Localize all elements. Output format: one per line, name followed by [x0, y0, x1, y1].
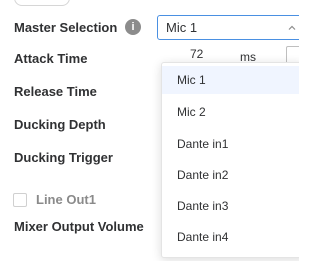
dropdown-option-dante-in3[interactable]: Dante in3 — [162, 192, 299, 220]
master-selection-select[interactable]: Mic 1 — [157, 15, 299, 40]
dropdown-option-mic-2[interactable]: Mic 2 — [162, 98, 299, 126]
master-selection-value: Mic 1 — [166, 20, 198, 35]
attack-time-value: 72 — [190, 47, 204, 61]
mixer-output-volume-label: Mixer Output Volume — [14, 219, 144, 234]
ducking-settings-panel: Master Selection i Mic 1 Attack Time 72 … — [0, 0, 299, 261]
chevron-up-icon — [288, 25, 296, 30]
previous-control-edge[interactable] — [14, 0, 70, 6]
dropdown-option-dante-in4[interactable]: Dante in4 — [162, 223, 299, 251]
line-out1-label: Line Out1 — [36, 192, 96, 207]
dropdown-option-mic-1[interactable]: Mic 1 — [162, 66, 299, 94]
dropdown-option-dante-in2[interactable]: Dante in2 — [162, 161, 299, 189]
dropdown-option-dante-in1[interactable]: Dante in1 — [162, 130, 299, 158]
attack-time-label: Attack Time — [14, 51, 88, 66]
ducking-depth-label: Ducking Depth — [14, 117, 106, 132]
release-time-label: Release Time — [14, 84, 97, 99]
master-selection-dropdown: Mic 1 Mic 2 Dante in1 Dante in2 Dante in… — [161, 62, 299, 258]
ducking-trigger-label: Ducking Trigger — [14, 150, 113, 165]
line-out1-checkbox[interactable] — [13, 193, 27, 207]
info-icon[interactable]: i — [125, 19, 141, 35]
master-selection-label: Master Selection — [14, 20, 118, 35]
